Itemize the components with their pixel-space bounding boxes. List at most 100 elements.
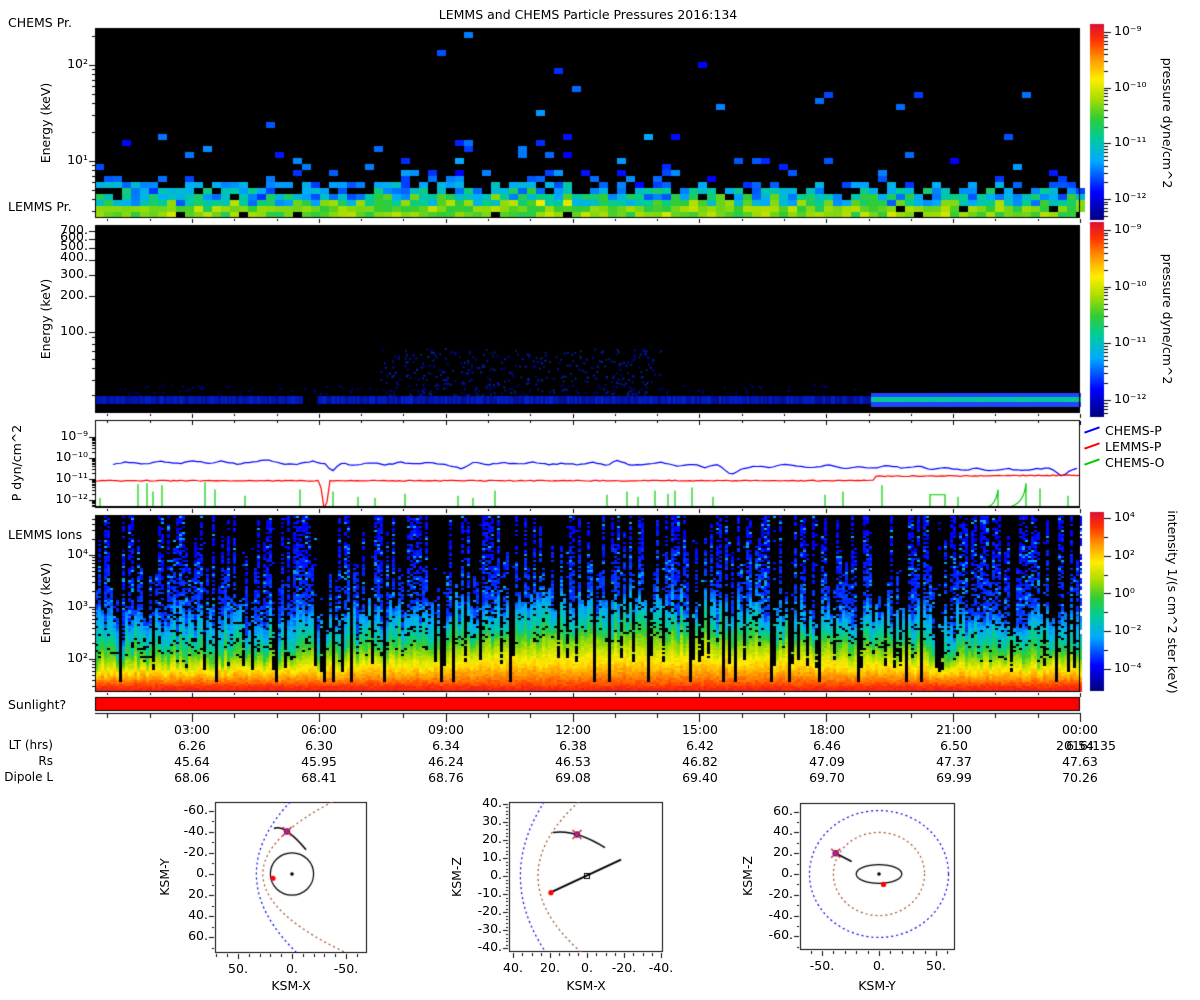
ephemeris-value: 47.09 [795,755,859,769]
y-tick-label: 10² [28,651,88,665]
ephemeris-value: 45.64 [160,755,224,769]
colorbar-tick-label: 10⁻² [1114,623,1142,637]
next-day-date-label: 2016:135 [1050,739,1122,753]
lemms-panel-label: LEMMS Pr. [8,200,72,214]
colorbar-tick-label: 10⁻¹⁰ [1114,279,1147,293]
colorbar-tick-label: 10⁻¹² [1114,392,1147,406]
ephemeris-value: 69.99 [922,771,986,785]
orbit-y-tick-label: -20. [148,845,208,859]
orbit-y-tick-label: -60. [733,928,793,942]
ephemeris-value: 46.53 [541,755,605,769]
y-tick-label: 10⁻¹¹ [28,471,88,485]
orbit-y-tick-label: 10. [442,850,502,864]
ions-colorbar-label: intensity 1/(s cm^2 ster keV) [1165,510,1179,693]
ephemeris-value: 6.34 [414,739,478,753]
y-tick-label: 400. [28,250,88,264]
orbit-x-tick-label: 0. [854,959,904,973]
ephemeris-value: 69.08 [541,771,605,785]
colorbar-tick-label: 10⁻⁹ [1114,222,1142,236]
cassini-mimi-particle-pressure-plot: LEMMS and CHEMS Particle Pressures 2016:… [0,0,1200,1000]
orbit-y-tick-label: 40. [442,796,502,810]
orbit-x-tick-label: 50. [911,959,961,973]
time-tick-label: 09:00 [414,723,478,737]
chems-colorbar-label: pressure dyne/cm^2 [1160,58,1174,189]
ephemeris-value: 69.40 [668,771,732,785]
orbit-xy-x-axis-label: KSM-X [271,979,310,993]
orbit-x-tick-label: 50. [213,962,263,976]
orbit-x-tick-label: -40. [636,961,686,975]
time-tick-label: 03:00 [160,723,224,737]
ephemeris-value: 6.26 [160,739,224,753]
ephemeris-value: 68.06 [160,771,224,785]
plot-title: LEMMS and CHEMS Particle Pressures 2016:… [439,8,737,22]
orbit-x-tick-label: -50. [321,962,371,976]
orbit-x-tick-label: -50. [797,959,847,973]
orbit-y-tick-label: 20. [148,887,208,901]
chems-panel-label: CHEMS Pr. [8,16,72,30]
time-tick-label: 06:00 [287,723,351,737]
ephemeris-value: 68.41 [287,771,351,785]
orbit-y-tick-label: 30. [442,814,502,828]
y-tick-label: 10⁻⁹ [28,429,88,443]
orbit-x-tick-label: 0. [267,962,317,976]
orbit-y-tick-label: -40. [442,940,502,954]
y-tick-label: 10³ [28,599,88,613]
ephemeris-value: 46.82 [668,755,732,769]
time-tick-label: 00:00 [1048,723,1112,737]
time-tick-label: 21:00 [922,723,986,737]
y-tick-label: 10⁻¹² [28,492,88,506]
legend-item-lemms-p: LEMMS-P [1105,440,1161,454]
colorbar-tick-label: 10⁻¹¹ [1114,335,1147,349]
orbit-y-tick-label: 0. [733,866,793,880]
ephemeris-value: 6.42 [668,739,732,753]
orbit-y-tick-label: 60. [148,929,208,943]
orbit-y-tick-label: -20. [442,904,502,918]
ephemeris-value: 47.37 [922,755,986,769]
y-tick-label: 100. [28,324,88,338]
y-tick-label: 200. [28,288,88,302]
ephemeris-value: 6.30 [287,739,351,753]
chems-y-axis-label: Energy (keV) [39,83,53,164]
time-tick-label: 12:00 [541,723,605,737]
ephemeris-row-label-rs: Rs [0,754,53,768]
colorbar-tick-label: 10⁻¹⁰ [1114,80,1147,94]
y-tick-label: 10² [28,57,88,71]
time-tick-label: 15:00 [668,723,732,737]
colorbar-tick-label: 10⁻¹² [1114,191,1147,205]
orbit-y-tick-label: 60. [733,804,793,818]
orbit-y-tick-label: 0. [442,868,502,882]
colorbar-tick-label: 10² [1114,548,1135,562]
orbit-yz-x-axis-label: KSM-Y [858,979,896,993]
sunlight-panel-label: Sunlight? [8,698,66,712]
orbit-y-tick-label: 0. [148,866,208,880]
lemms-colorbar-label: pressure dyne/cm^2 [1160,254,1174,385]
ephemeris-value: 69.70 [795,771,859,785]
y-tick-label: 10⁻¹⁰ [28,450,88,464]
pressure-y-axis-label: P dyn/cm^2 [10,425,24,501]
ephemeris-value: 70.26 [1048,771,1112,785]
ephemeris-row-label-lt: LT (hrs) [0,738,53,752]
orbit-xz-x-axis-label: KSM-X [566,979,605,993]
ephemeris-value: 68.76 [414,771,478,785]
ephemeris-row-label-dipole-l: Dipole L [0,770,53,784]
ephemeris-value: 6.38 [541,739,605,753]
ephemeris-value: 45.95 [287,755,351,769]
y-tick-label: 10¹ [28,153,88,167]
orbit-y-tick-label: 20. [733,845,793,859]
time-tick-label: 18:00 [795,723,859,737]
orbit-y-tick-label: -20. [733,887,793,901]
ephemeris-value: 47.63 [1048,755,1112,769]
orbit-y-tick-label: -10. [442,886,502,900]
orbit-y-tick-label: -60. [148,803,208,817]
legend-item-chems-p: CHEMS-P [1105,424,1162,438]
orbit-y-tick-label: -40. [148,824,208,838]
colorbar-tick-label: 10⁴ [1114,510,1135,524]
orbit-y-tick-label: -30. [442,922,502,936]
ephemeris-value: 6.50 [922,739,986,753]
colorbar-tick-label: 10⁻⁹ [1114,24,1142,38]
y-tick-label: 10⁴ [28,547,88,561]
ephemeris-value: 46.24 [414,755,478,769]
y-tick-label: 300. [28,267,88,281]
orbit-y-tick-label: -40. [733,908,793,922]
colorbar-tick-label: 10⁰ [1114,586,1135,600]
